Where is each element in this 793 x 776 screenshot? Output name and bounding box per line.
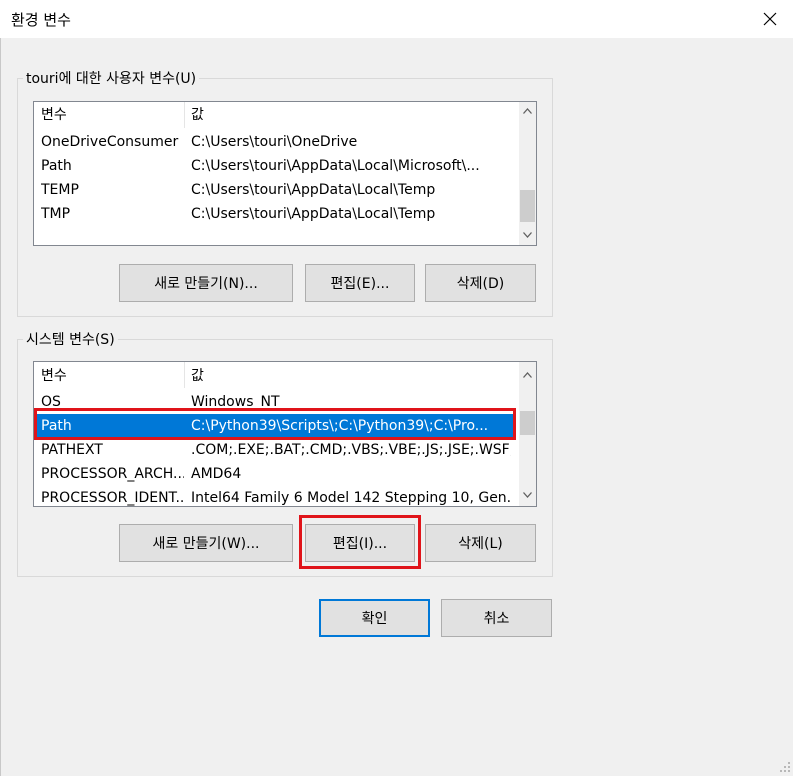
variable-value: C:\Users\touri\OneDrive	[191, 134, 358, 150]
ok-button[interactable]: 확인	[319, 599, 430, 637]
window-title: 환경 변수	[11, 11, 71, 29]
column-header-variable[interactable]: 변수	[41, 364, 181, 388]
scroll-up-button[interactable]	[519, 366, 536, 383]
user-edit-button[interactable]: 편집(E)...	[305, 264, 415, 302]
column-divider[interactable]	[184, 102, 185, 128]
variable-name: TEMP	[41, 182, 79, 198]
variable-value: Intel64 Family 6 Model 142 Stepping 10, …	[191, 490, 511, 506]
variable-value: Windows_NT	[191, 394, 280, 410]
column-header-value[interactable]: 값	[191, 364, 491, 388]
user-list-header: 변수 값	[34, 102, 536, 128]
cancel-button[interactable]: 취소	[441, 599, 552, 637]
variable-value: C:\Users\touri\AppData\Local\Temp	[191, 206, 436, 222]
system-variables-group-label: 시스템 변수(S)	[23, 329, 118, 349]
table-row[interactable]: PATHEXT .COM;.EXE;.BAT;.CMD;.VBS;.VBE;.J…	[34, 438, 515, 462]
variable-value: .COM;.EXE;.BAT;.CMD;.VBS;.VBE;.JS;.JSE;.…	[191, 442, 511, 458]
user-delete-button[interactable]: 삭제(D)	[425, 264, 536, 302]
table-row[interactable]: OneDriveConsumer C:\Users\touri\OneDrive	[34, 130, 515, 154]
system-variables-list[interactable]: 변수 값 OS Windows_NT Path C:\Python39\Scri…	[33, 361, 537, 507]
variable-name: PROCESSOR_ARCH...	[41, 466, 184, 482]
user-new-button[interactable]: 새로 만들기(N)...	[119, 264, 293, 302]
scroll-down-button[interactable]	[519, 226, 536, 243]
system-edit-button[interactable]: 편집(I)...	[305, 524, 415, 562]
system-delete-button[interactable]: 삭제(L)	[425, 524, 536, 562]
variable-value: C:\Users\touri\AppData\Local\Microsoft\.…	[191, 158, 480, 174]
variable-name: OS	[41, 394, 61, 410]
chevron-down-icon	[523, 231, 532, 238]
close-icon	[763, 12, 777, 26]
system-list-scrollbar[interactable]	[519, 362, 536, 506]
chevron-up-icon	[523, 107, 532, 114]
scroll-up-button[interactable]	[519, 102, 536, 119]
variable-name: PATHEXT	[41, 442, 103, 458]
variable-name: OneDriveConsumer	[41, 134, 179, 150]
scroll-down-button[interactable]	[519, 486, 536, 503]
user-list-scrollbar[interactable]	[519, 102, 536, 245]
table-row[interactable]: PROCESSOR_IDENT... Intel64 Family 6 Mode…	[34, 486, 515, 506]
user-variables-group-label: touri에 대한 사용자 변수(U)	[23, 68, 200, 88]
system-new-button[interactable]: 새로 만들기(W)...	[119, 524, 293, 562]
table-row[interactable]: TEMP C:\Users\touri\AppData\Local\Temp	[34, 178, 515, 202]
variable-value: C:\Python39\Scripts\;C:\Python39\;C:\Pro…	[191, 418, 489, 434]
table-row[interactable]: OS Windows_NT	[34, 390, 515, 414]
table-row[interactable]: Path C:\Users\touri\AppData\Local\Micros…	[34, 154, 515, 178]
chevron-down-icon	[523, 491, 532, 498]
table-row[interactable]: TMP C:\Users\touri\AppData\Local\Temp	[34, 202, 515, 226]
variable-name: Path	[41, 158, 72, 174]
column-header-variable[interactable]: 변수	[41, 103, 181, 127]
table-row-selected[interactable]: Path C:\Python39\Scripts\;C:\Python39\;C…	[34, 414, 515, 438]
column-divider[interactable]	[184, 362, 185, 388]
table-row[interactable]: PROCESSOR_ARCH... AMD64	[34, 462, 515, 486]
variable-value: C:\Users\touri\AppData\Local\Temp	[191, 182, 436, 198]
scroll-thumb[interactable]	[520, 411, 535, 435]
variable-value: AMD64	[191, 466, 242, 482]
chevron-up-icon	[523, 371, 532, 378]
resize-grip-icon[interactable]	[772, 756, 792, 774]
user-variables-list[interactable]: 변수 값 OneDriveConsumer C:\Users\touri\One…	[33, 101, 537, 246]
title-bar: 환경 변수	[0, 0, 793, 38]
variable-name: TMP	[41, 206, 71, 222]
system-list-header: 변수 값	[34, 362, 536, 388]
window-border	[0, 38, 1, 776]
column-header-value[interactable]: 값	[191, 103, 491, 127]
variable-name: PROCESSOR_IDENT...	[41, 490, 184, 506]
close-button[interactable]	[747, 0, 793, 38]
variable-name: Path	[41, 418, 72, 434]
scroll-thumb[interactable]	[520, 190, 535, 222]
